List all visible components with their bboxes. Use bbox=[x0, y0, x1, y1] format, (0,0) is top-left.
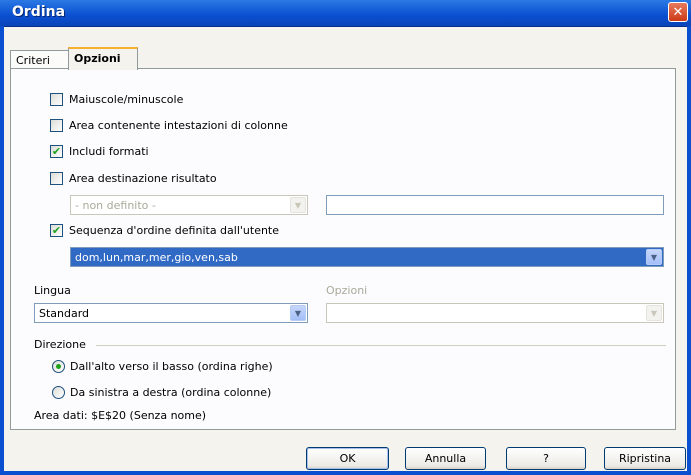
chevron-down-icon[interactable]: ▼ bbox=[646, 305, 662, 321]
custom-sort-combo-value: dom,lun,mar,mer,gio,ven,sab bbox=[75, 251, 238, 264]
reset-button[interactable]: Ripristina bbox=[604, 447, 686, 470]
headers-checkbox[interactable] bbox=[50, 118, 63, 132]
copy-results-combo[interactable]: - non definito - ▼ bbox=[70, 195, 308, 215]
tab-criteri[interactable]: Criteri bbox=[10, 50, 69, 68]
language-combo-value: Standard bbox=[39, 307, 90, 320]
chevron-down-icon[interactable]: ▼ bbox=[290, 305, 306, 321]
case-sensitive-label: Maiuscole/minuscole bbox=[69, 92, 184, 106]
chevron-down-icon[interactable]: ▼ bbox=[646, 249, 662, 265]
window-frame-bottom bbox=[0, 471, 691, 475]
language-options-combo[interactable]: ▼ bbox=[326, 303, 664, 323]
ok-button[interactable]: OK bbox=[306, 447, 389, 470]
copy-results-combo-value: - non definito - bbox=[75, 199, 156, 212]
window-title: Ordina bbox=[12, 4, 66, 20]
top-to-bottom-label: Dall'alto verso il basso (ordina righe) bbox=[70, 359, 273, 373]
include-formats-checkbox[interactable]: ✔ bbox=[50, 144, 63, 158]
title-bar: Ordina ✕ bbox=[0, 0, 691, 27]
chevron-down-icon[interactable]: ▼ bbox=[290, 197, 306, 213]
tab-criteri-label: Criteri bbox=[16, 54, 50, 67]
data-area-text: Area dati: $E$20 (Senza nome) bbox=[34, 409, 207, 422]
direction-group-label: Direzione bbox=[34, 338, 86, 351]
copy-results-checkbox[interactable] bbox=[50, 171, 63, 185]
tab-opzioni[interactable]: Opzioni bbox=[68, 47, 138, 70]
custom-sort-option[interactable]: ✔ Sequenza d'ordine definita dall'utente bbox=[50, 222, 279, 238]
tab-opzioni-label: Opzioni bbox=[74, 52, 121, 65]
headers-label: Area contenente intestazioni di colonne bbox=[69, 118, 288, 132]
top-to-bottom-radio[interactable] bbox=[52, 359, 65, 373]
close-icon: ✕ bbox=[672, 5, 684, 20]
copy-results-option[interactable]: Area destinazione risultato bbox=[50, 170, 217, 186]
custom-sort-checkbox[interactable]: ✔ bbox=[50, 223, 63, 237]
window-frame-left bbox=[0, 26, 4, 475]
left-to-right-label: Da sinistra a destra (ordina colonne) bbox=[70, 385, 272, 399]
top-to-bottom-option[interactable]: Dall'alto verso il basso (ordina righe) bbox=[52, 358, 273, 374]
language-label: Lingua bbox=[34, 284, 71, 297]
help-button[interactable]: ? bbox=[506, 447, 586, 470]
case-sensitive-option[interactable]: Maiuscole/minuscole bbox=[50, 91, 183, 107]
options-label: Opzioni bbox=[326, 284, 368, 297]
include-formats-label: Includi formati bbox=[69, 144, 149, 158]
language-combo[interactable]: Standard ▼ bbox=[34, 303, 308, 323]
copy-results-label: Area destinazione risultato bbox=[69, 171, 217, 185]
cancel-button[interactable]: Annulla bbox=[405, 447, 486, 470]
copy-results-input[interactable] bbox=[326, 195, 664, 215]
check-icon: ✔ bbox=[51, 223, 62, 237]
window-frame-right bbox=[687, 26, 691, 475]
case-sensitive-checkbox[interactable] bbox=[50, 92, 63, 106]
include-formats-option[interactable]: ✔ Includi formati bbox=[50, 143, 149, 159]
custom-sort-combo[interactable]: dom,lun,mar,mer,gio,ven,sab ▼ bbox=[70, 247, 664, 267]
left-to-right-option[interactable]: Da sinistra a destra (ordina colonne) bbox=[52, 384, 271, 400]
custom-sort-label: Sequenza d'ordine definita dall'utente bbox=[69, 223, 280, 237]
left-to-right-radio[interactable] bbox=[52, 385, 65, 399]
headers-option[interactable]: Area contenente intestazioni di colonne bbox=[50, 117, 288, 133]
direction-divider bbox=[96, 345, 666, 346]
close-button[interactable]: ✕ bbox=[668, 2, 688, 22]
check-icon: ✔ bbox=[51, 144, 62, 158]
